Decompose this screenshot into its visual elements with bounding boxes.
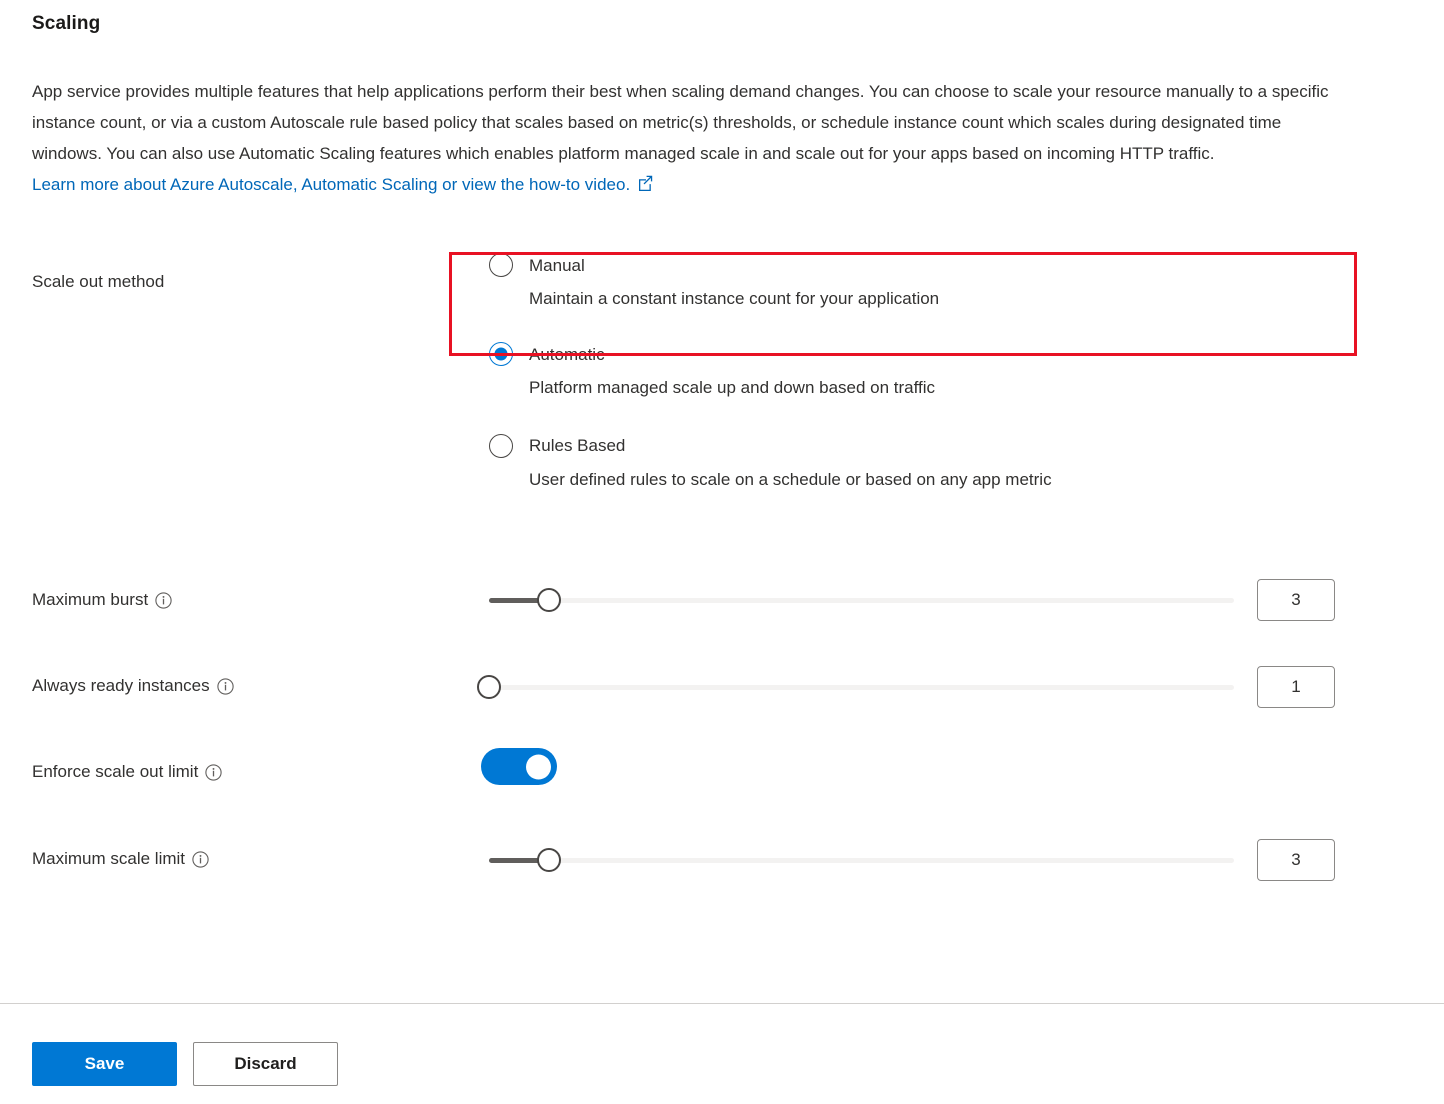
learn-more-link[interactable]: Learn more about Azure Autoscale, Automa… [32, 175, 630, 194]
save-button[interactable]: Save [32, 1042, 177, 1086]
radio-option-rules-based[interactable]: Rules Based User defined rules to scale … [489, 433, 1349, 490]
radio-label-automatic: Automatic [529, 344, 605, 364]
always-ready-instances-slider-thumb[interactable] [477, 675, 501, 699]
maximum-scale-limit-slider-thumb[interactable] [536, 848, 561, 872]
always-ready-instances-slider[interactable] [477, 672, 1234, 702]
radio-option-automatic[interactable]: Automatic Platform managed scale up and … [489, 341, 1349, 398]
footer-divider [0, 1003, 1444, 1004]
maximum-burst-slider[interactable] [489, 585, 1234, 615]
enforce-scale-out-limit-label: Enforce scale out limit [32, 762, 222, 782]
footer-actions: Save Discard [32, 1042, 338, 1086]
maximum-scale-limit-value-input[interactable]: 3 [1257, 839, 1335, 881]
radio-description-manual: Maintain a constant instance count for y… [529, 289, 940, 308]
scale-out-method-radio-group[interactable]: Manual Maintain a constant instance coun… [489, 252, 1349, 490]
radio-circle-rules-based[interactable] [489, 433, 513, 458]
maximum-scale-limit-slider-track[interactable] [489, 848, 1234, 872]
always-ready-instances-value-input[interactable]: 1 [1257, 666, 1335, 708]
maximum-burst-value-input[interactable]: 3 [1257, 579, 1335, 621]
info-icon[interactable] [192, 850, 209, 868]
always-ready-instances-label: Always ready instances [32, 676, 234, 696]
radio-circle-manual[interactable] [489, 253, 513, 277]
toggle-knob [526, 754, 551, 779]
maximum-burst-label: Maximum burst [32, 590, 172, 610]
discard-button[interactable]: Discard [193, 1042, 338, 1086]
page-title: Scaling [32, 13, 101, 34]
maximum-scale-limit-slider[interactable] [489, 845, 1234, 875]
maximum-burst-slider-thumb[interactable] [536, 588, 561, 612]
description-line-4: Scaling features which enables platform … [319, 144, 1215, 163]
enforce-scale-out-limit-toggle[interactable] [481, 748, 557, 785]
radio-option-manual[interactable]: Manual Maintain a constant instance coun… [489, 252, 1349, 309]
info-icon[interactable] [216, 677, 234, 695]
external-link-icon[interactable] [636, 171, 654, 191]
radio-circle-automatic[interactable] [489, 342, 513, 367]
scale-out-method-label: Scale out method [32, 272, 165, 291]
info-icon[interactable] [205, 763, 222, 781]
maximum-scale-limit-label: Maximum scale limit [32, 849, 209, 869]
radio-description-rules-based: User defined rules to scale on a schedul… [529, 469, 1052, 489]
radio-description-automatic: Platform managed scale up and down based… [529, 378, 936, 398]
always-ready-instances-slider-track[interactable] [477, 675, 1234, 699]
radio-label-manual: Manual [529, 255, 585, 275]
description-line-1: App service provides multiple features t… [32, 82, 990, 101]
radio-label-rules-based: Rules Based [529, 436, 626, 455]
info-icon[interactable] [155, 591, 172, 609]
description-paragraph: App service provides multiple features t… [32, 76, 1352, 200]
maximum-burst-slider-track[interactable] [489, 588, 1234, 612]
